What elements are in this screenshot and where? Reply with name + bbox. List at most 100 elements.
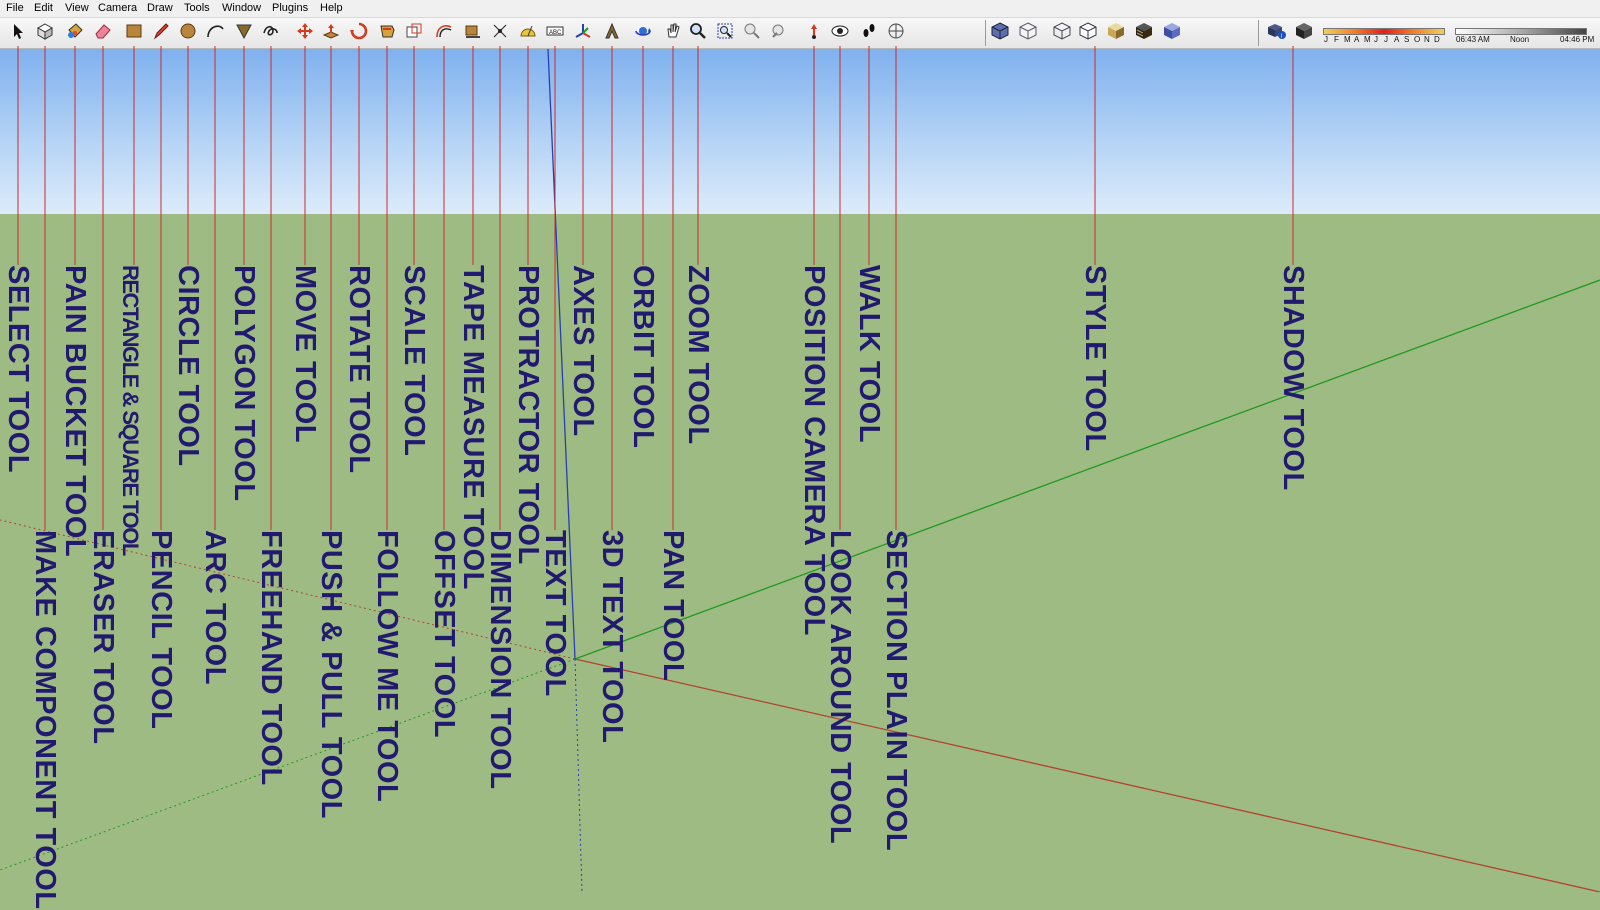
polygon-icon [234, 21, 254, 46]
label-look-around: LOOK AROUND TOOL [824, 530, 856, 845]
tape-measure-icon [463, 21, 483, 46]
time-slider[interactable] [1455, 28, 1587, 35]
label-zoom: ZOOM TOOL [682, 265, 714, 445]
orbit-tool-button[interactable] [631, 21, 655, 45]
arc-tool-button[interactable] [203, 21, 227, 45]
time-end: 04:46 PM [1560, 35, 1595, 44]
pencil-tool-button[interactable] [149, 21, 173, 45]
move-tool-button[interactable] [293, 21, 317, 45]
shaded-button[interactable] [1104, 21, 1128, 45]
month-label: N [1424, 35, 1430, 44]
make-component-tool-button[interactable] [33, 21, 57, 45]
menu-tools[interactable]: Tools [184, 2, 210, 14]
zoom-window-tool-button[interactable] [713, 21, 737, 45]
rectangle-tool-button[interactable] [122, 21, 146, 45]
hidden-line-button[interactable] [1076, 21, 1100, 45]
scale-tool-button[interactable] [402, 21, 426, 45]
arc-icon [205, 21, 225, 46]
look-around-tool-button[interactable] [828, 21, 852, 45]
dimension-tool-button[interactable] [488, 21, 512, 45]
menu-edit[interactable]: Edit [34, 2, 53, 14]
rotate-tool-button[interactable] [347, 21, 371, 45]
shadow-toggle-button[interactable]: i [1265, 21, 1289, 45]
freehand-tool-button[interactable] [259, 21, 283, 45]
scale-icon [404, 21, 424, 46]
month-label: D [1434, 35, 1440, 44]
label-push-pull: PUSH & PULL TOOL [315, 530, 347, 819]
menu-bar: File Edit View Camera Draw Tools Window … [0, 0, 1600, 18]
menu-window[interactable]: Window [222, 2, 261, 14]
label-eraser: ERASER TOOL [87, 530, 119, 745]
follow-me-tool-button[interactable] [375, 21, 399, 45]
svg-text:i: i [1281, 33, 1282, 39]
text-tool-button[interactable]: ABC [543, 21, 567, 45]
menu-view[interactable]: View [65, 2, 89, 14]
previous-tool-button[interactable] [740, 21, 764, 45]
axes-tool-button[interactable] [571, 21, 595, 45]
svg-text:ABC: ABC [549, 30, 562, 36]
month-label: J [1374, 35, 1378, 44]
menu-file[interactable]: File [6, 2, 24, 14]
iso-view-button[interactable] [988, 21, 1012, 45]
paint-bucket-tool-button[interactable] [63, 21, 87, 45]
label-protractor: PROTRACTOR TOOL [512, 265, 544, 565]
circle-tool-button[interactable] [176, 21, 200, 45]
label-pencil: PENCIL TOOL [145, 530, 177, 730]
protractor-tool-button[interactable] [516, 21, 540, 45]
dimension-icon [490, 21, 510, 46]
label-freehand: FREEHAND TOOL [255, 530, 287, 786]
zoom-magnifier-icon [688, 21, 708, 46]
toolbar-separator [1258, 20, 1259, 46]
pan-tool-button[interactable] [661, 21, 685, 45]
label-arc: ARC TOOL [199, 530, 231, 685]
follow-me-icon [377, 21, 397, 46]
previous-view-icon [742, 21, 762, 46]
walk-tool-button[interactable] [857, 21, 881, 45]
section-plane-tool-button[interactable] [884, 21, 908, 45]
label-dimension: DIMENSION TOOL [484, 530, 516, 790]
menu-draw[interactable]: Draw [147, 2, 173, 14]
wireframe-button[interactable] [1050, 21, 1074, 45]
push-pull-tool-button[interactable] [319, 21, 343, 45]
xray-view-button[interactable] [1016, 21, 1040, 45]
label-scale: SCALE TOOL [398, 265, 430, 457]
next-tool-button[interactable] [767, 21, 791, 45]
paint-bucket-icon [65, 21, 85, 46]
menu-camera[interactable]: Camera [98, 2, 137, 14]
label-style: STYLE TOOL [1079, 265, 1111, 452]
3d-text-tool-button[interactable] [600, 21, 624, 45]
position-camera-icon [804, 21, 824, 46]
label-3d-text: 3D TEXT TOOL [596, 530, 628, 744]
polygon-tool-button[interactable] [232, 21, 256, 45]
month-label: O [1414, 35, 1421, 44]
tape-measure-tool-button[interactable] [461, 21, 485, 45]
month-label: M [1364, 35, 1371, 44]
zoom-tool-button[interactable] [686, 21, 710, 45]
month-label: A [1394, 35, 1400, 44]
offset-tool-button[interactable] [432, 21, 456, 45]
label-offset: OFFSET TOOL [428, 530, 460, 738]
menu-plugins[interactable]: Plugins [272, 2, 308, 14]
date-slider[interactable] [1323, 28, 1445, 35]
eraser-icon [93, 21, 113, 46]
month-label: S [1404, 35, 1410, 44]
label-follow-me: FOLLOW ME TOOL [371, 530, 403, 803]
footprints-icon [859, 21, 879, 46]
select-tool-button[interactable] [6, 21, 30, 45]
zoom-window-icon [715, 21, 735, 46]
move-arrows-icon [295, 21, 315, 46]
monochrome-button[interactable] [1160, 21, 1184, 45]
label-rotate: ROTATE TOOL [343, 265, 375, 474]
monochrome-cube-icon [1162, 21, 1182, 46]
position-camera-tool-button[interactable] [802, 21, 826, 45]
component-cube-icon [35, 21, 55, 46]
shaded-cube-icon [1106, 21, 1126, 46]
eraser-tool-button[interactable] [91, 21, 115, 45]
label-section-plane: SECTION PLAIN TOOL [880, 530, 912, 852]
rotate-icon [349, 21, 369, 46]
xray-cube-icon [1018, 21, 1038, 46]
textured-button[interactable] [1132, 21, 1156, 45]
shadow-display-button[interactable] [1292, 21, 1316, 45]
month-label: J [1324, 35, 1328, 44]
menu-help[interactable]: Help [320, 2, 343, 14]
